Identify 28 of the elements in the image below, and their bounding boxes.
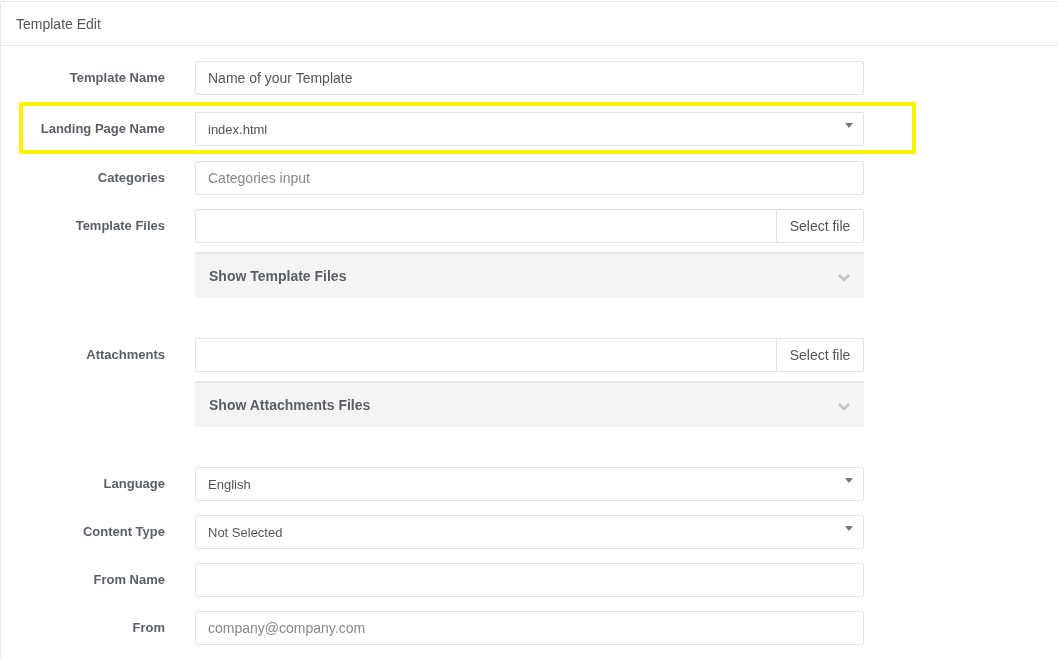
files-panel-header[interactable]: Show Template Files [195,252,864,298]
field-label: Landing Page Name [39,120,165,138]
field-label: Template Files [74,217,165,235]
text-field[interactable] [195,563,864,597]
dropdown[interactable]: index.html [195,112,864,146]
select-file-button[interactable]: Select file [777,209,864,243]
file-field[interactable] [195,209,777,243]
text-field[interactable]: Name of your Template [195,61,864,95]
text-field[interactable]: Categories input [195,161,864,195]
file-field[interactable] [195,338,777,372]
caret-icon [845,526,853,531]
field-label: From [131,619,165,637]
field-label: Categories [96,169,165,187]
select-file-button[interactable]: Select file [777,338,864,372]
field-label: Template Name [68,69,165,87]
caret-icon [845,123,853,128]
caret-icon [845,478,853,483]
chevron-down-icon [838,274,850,282]
panel-title: Template Edit [16,15,101,32]
field-label: From Name [92,571,165,589]
dropdown[interactable]: Not Selected [195,515,864,549]
files-panel-header[interactable]: Show Attachments Files [195,381,864,427]
chevron-down-icon [838,403,850,411]
text-field[interactable]: company@company.com [195,611,864,645]
dropdown[interactable]: English [195,467,864,501]
field-label: Attachments [85,346,165,364]
field-label: Language [102,475,165,493]
field-label: Content Type [81,523,165,541]
